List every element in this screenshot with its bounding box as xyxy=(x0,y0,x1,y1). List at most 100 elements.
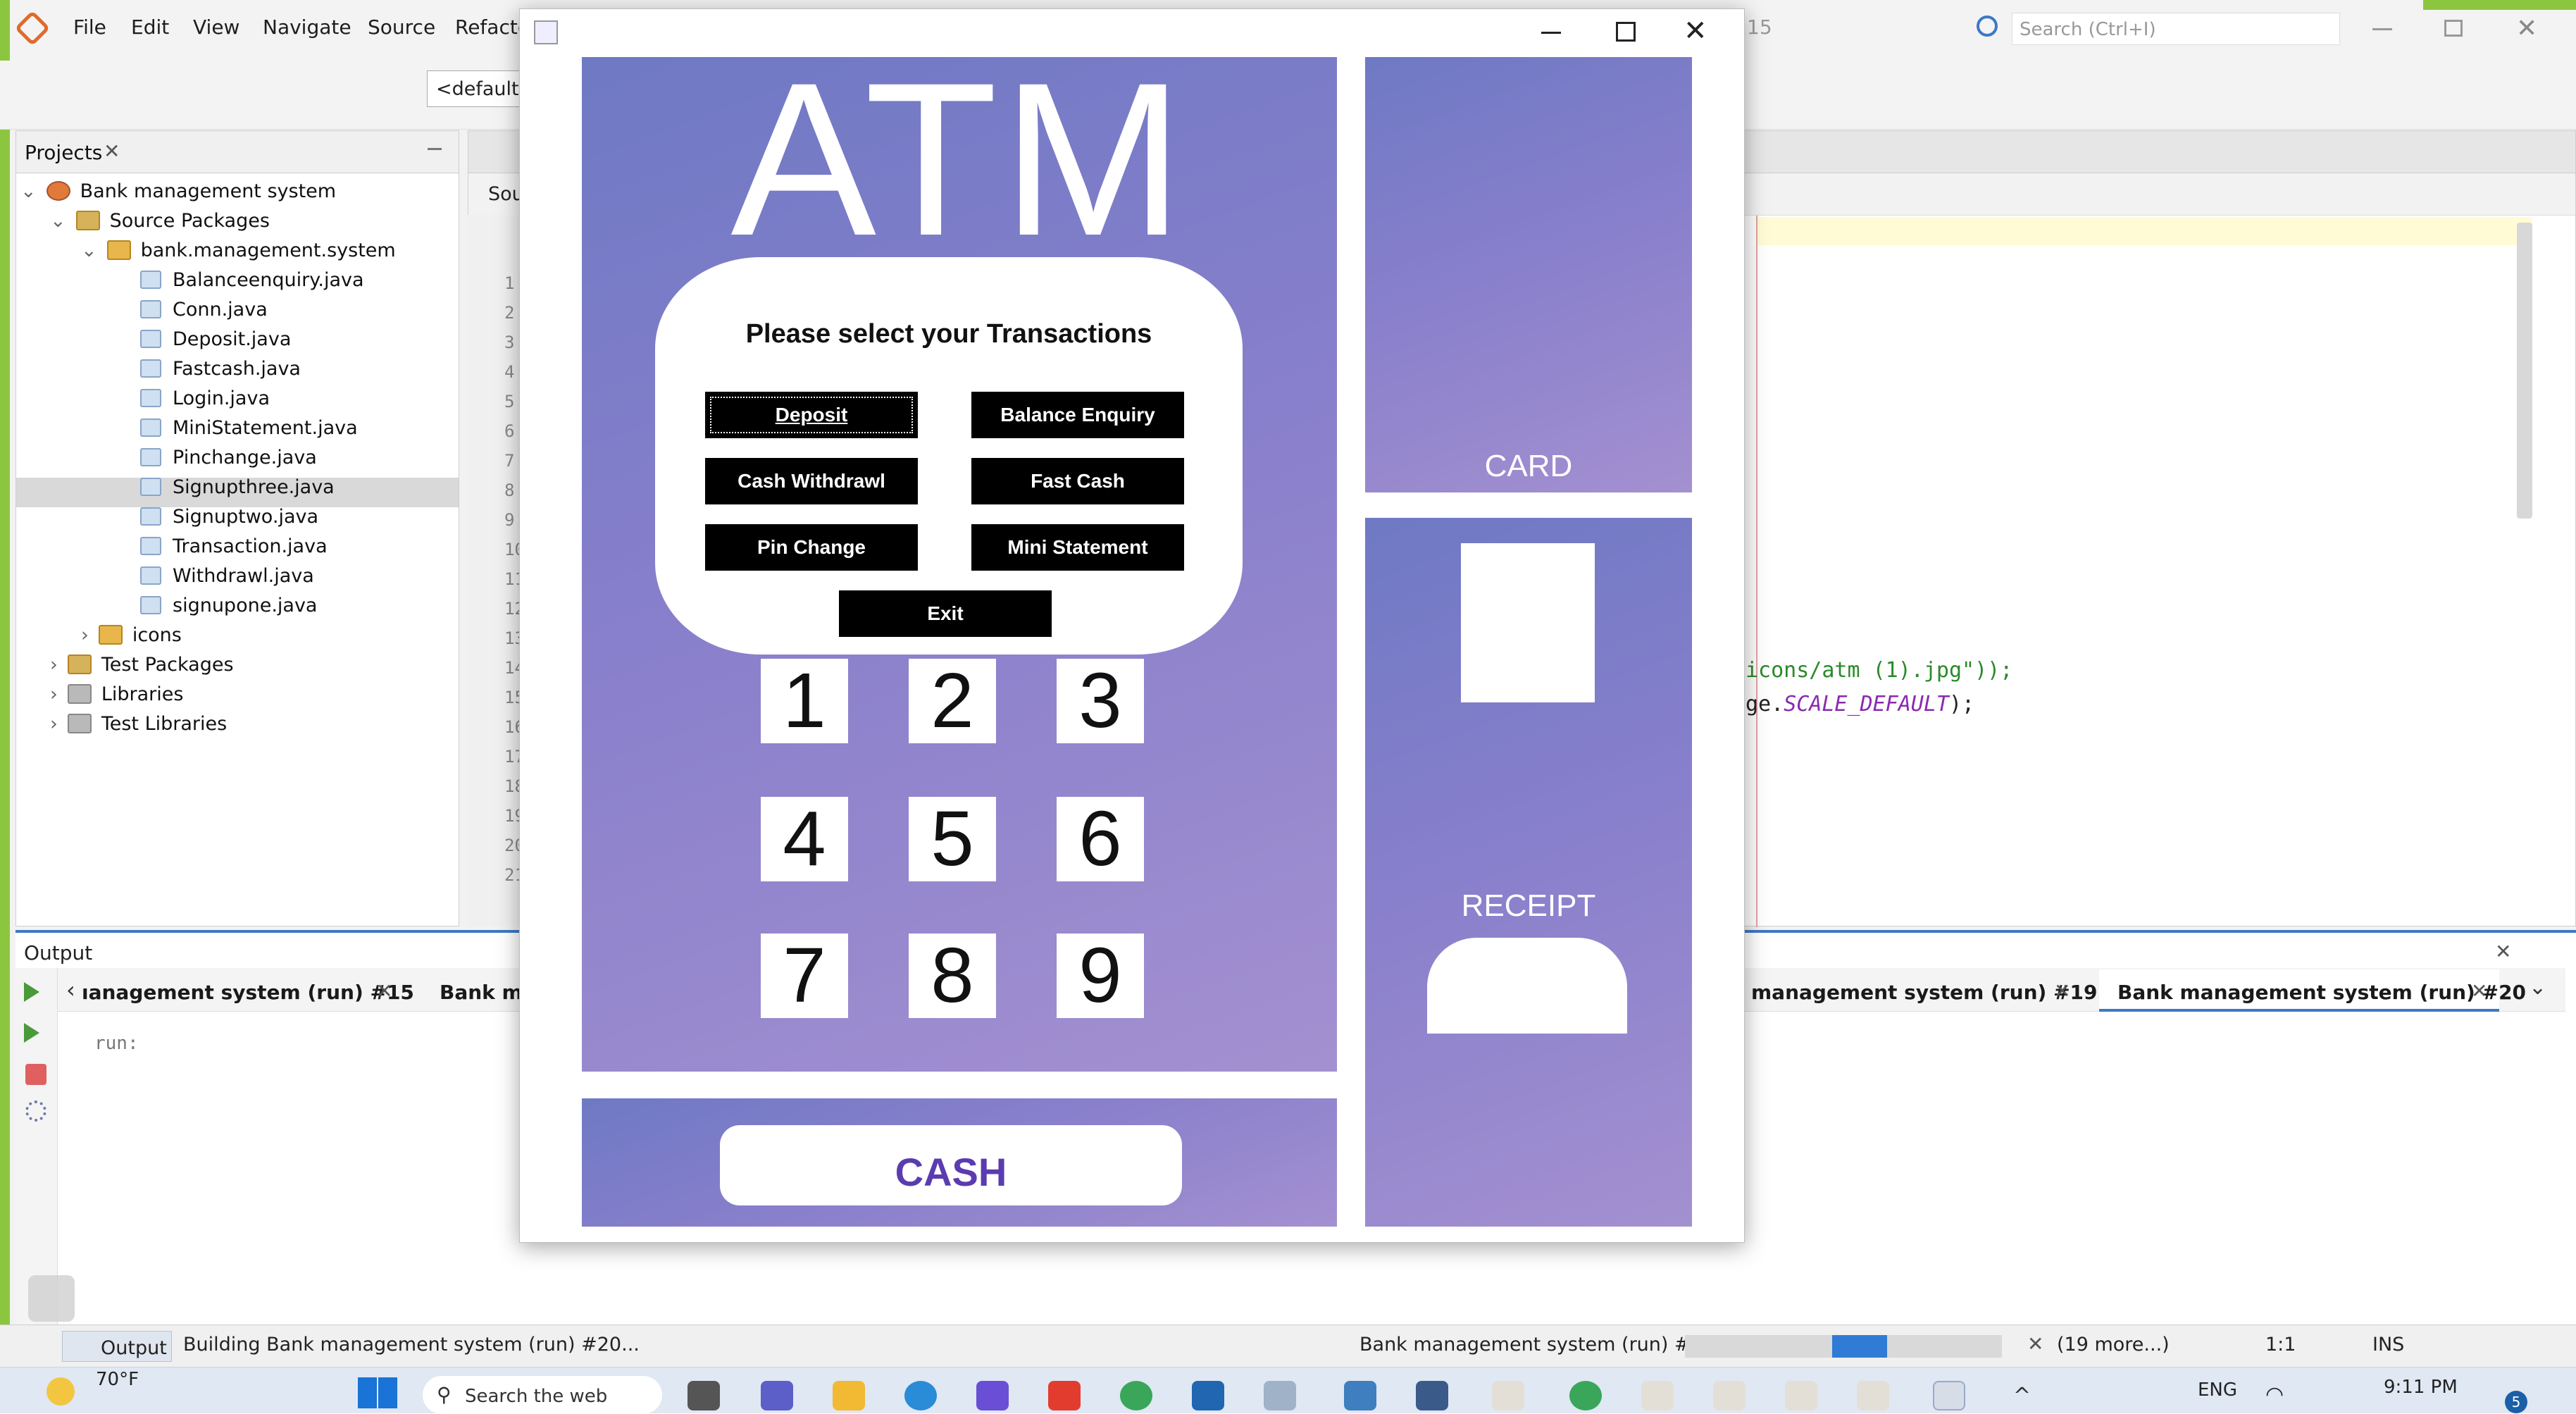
atm-maximize-button[interactable] xyxy=(1616,22,1636,42)
netbeans-taskbar-icon[interactable] xyxy=(1264,1381,1296,1410)
output-tab-19[interactable]: management system (run) #19 xyxy=(1751,981,2098,1004)
atm-close-icon[interactable]: ✕ xyxy=(1684,15,1707,47)
code-line-15[interactable]: ge.SCALE_DEFAULT); xyxy=(1746,692,1974,717)
output-close-icon[interactable]: ✕ xyxy=(2495,940,2511,963)
gmail-icon[interactable] xyxy=(1048,1381,1081,1410)
keypad-key-4[interactable]: 4 xyxy=(761,797,848,881)
exit-button[interactable]: Exit xyxy=(837,588,1054,639)
keypad-key-6[interactable]: 6 xyxy=(1057,797,1144,881)
ide-restore-button[interactable] xyxy=(2444,20,2463,37)
menu-navigate[interactable]: Navigate xyxy=(263,15,351,39)
projects-close-icon[interactable]: ✕ xyxy=(104,139,120,163)
keypad-key-1[interactable]: 1 xyxy=(761,659,848,743)
tree-package[interactable]: ⌄ bank.management.system xyxy=(81,240,396,261)
settings-icon[interactable] xyxy=(25,1100,46,1122)
tree-file[interactable]: Deposit.java xyxy=(140,328,291,350)
java-app-icon[interactable] xyxy=(1713,1381,1746,1410)
tree-file[interactable]: MiniStatement.java xyxy=(140,417,358,439)
java-app-icon[interactable] xyxy=(1641,1381,1674,1410)
stop-icon[interactable] xyxy=(25,1064,46,1085)
taskbar-search-box[interactable]: ⚲ Search the web xyxy=(423,1376,662,1414)
status-building[interactable]: Building Bank management system (run) #2… xyxy=(183,1334,640,1356)
java-app-icon[interactable] xyxy=(1785,1381,1817,1410)
tab-close-icon[interactable]: ✕ xyxy=(2054,979,2070,1003)
keypad-key-9[interactable]: 9 xyxy=(1057,934,1144,1018)
tree-file[interactable]: Balanceenquiry.java xyxy=(140,269,364,291)
code-line-14[interactable]: icons/atm (1).jpg")); xyxy=(1746,658,2012,683)
balance-enquiry-button[interactable]: Balance Enquiry xyxy=(969,390,1186,440)
fast-cash-button[interactable]: Fast Cash xyxy=(969,456,1186,507)
store-icon[interactable] xyxy=(1192,1381,1224,1410)
java-app-icon[interactable] xyxy=(1492,1381,1524,1410)
tree-test-packages[interactable]: › Test Packages xyxy=(50,654,234,676)
output-tab-20[interactable]: Bank management system (run) #20 xyxy=(2117,981,2526,1004)
tabs-dropdown-icon[interactable]: ⌄ xyxy=(2529,975,2546,1000)
menu-source[interactable]: Source xyxy=(368,15,435,39)
wifi-icon[interactable]: ◠ xyxy=(2265,1382,2284,1407)
output-tab-15[interactable]: ıanagement system (run) #15 xyxy=(82,981,414,1004)
keypad-key-2[interactable]: 2 xyxy=(909,659,996,743)
menu-edit[interactable]: Edit xyxy=(131,15,169,39)
settings-taskbar-icon[interactable] xyxy=(1344,1381,1376,1410)
tree-file[interactable]: Signuptwo.java xyxy=(140,506,318,528)
tree-file[interactable]: Withdrawl.java xyxy=(140,565,314,587)
output-toggle-button[interactable]: Output xyxy=(62,1331,172,1362)
teams-icon[interactable] xyxy=(761,1381,793,1410)
menu-file[interactable]: File xyxy=(73,15,106,39)
chevron-right-icon: › xyxy=(50,654,58,676)
weather-icon[interactable] xyxy=(46,1377,75,1406)
tree-file[interactable]: Pinchange.java xyxy=(140,447,317,469)
cancel-task-icon[interactable]: ✕ xyxy=(2027,1332,2043,1356)
tree-file-selected[interactable]: Signupthree.java xyxy=(140,476,335,498)
chrome-profile-icon[interactable] xyxy=(1569,1381,1602,1410)
tree-file[interactable]: signupone.java xyxy=(140,595,317,616)
atm-minimize-button[interactable] xyxy=(1541,32,1561,34)
keypad-key-7[interactable]: 7 xyxy=(761,934,848,1018)
package-icon xyxy=(106,240,131,260)
status-bar: Output Building Bank management system (… xyxy=(0,1325,2576,1367)
keypad-key-5[interactable]: 5 xyxy=(909,797,996,881)
tree-file[interactable]: Transaction.java xyxy=(140,535,328,557)
ide-search-box[interactable]: Search (Ctrl+I) xyxy=(2012,13,2340,45)
keypad-key-3[interactable]: 3 xyxy=(1057,659,1144,743)
java-app-active-icon[interactable] xyxy=(1933,1381,1965,1410)
edge-icon[interactable] xyxy=(904,1381,937,1410)
tree-icons-folder[interactable]: › icons xyxy=(81,624,182,646)
cash-withdrawl-button[interactable]: Cash Withdrawl xyxy=(703,456,920,507)
task-view-icon[interactable] xyxy=(687,1381,720,1410)
projects-tab[interactable]: Projects xyxy=(25,141,102,164)
tree-source-packages[interactable]: ⌄ Source Packages xyxy=(50,210,270,232)
notification-badge[interactable]: 5 xyxy=(2505,1391,2527,1413)
projects-minimize-icon[interactable] xyxy=(428,148,442,150)
editor-scrollbar[interactable] xyxy=(2517,223,2532,519)
windows-start-icon[interactable] xyxy=(358,1377,397,1408)
input-language[interactable]: ENG xyxy=(2198,1379,2237,1401)
tray-chevron-icon[interactable]: ^ xyxy=(2013,1384,2031,1408)
pin-change-button[interactable]: Pin Change xyxy=(703,522,920,573)
ide-minimize-button[interactable] xyxy=(2372,28,2392,30)
app-icon[interactable] xyxy=(976,1381,1009,1410)
deposit-button[interactable]: Deposit xyxy=(703,390,920,440)
java-app-icon[interactable] xyxy=(1857,1381,1889,1410)
tree-file[interactable]: Conn.java xyxy=(140,299,268,321)
tree-test-libraries[interactable]: › Test Libraries xyxy=(50,713,227,735)
tree-file[interactable]: Login.java xyxy=(140,387,270,409)
file-explorer-icon[interactable] xyxy=(833,1381,865,1410)
tab-close-icon[interactable]: ✕ xyxy=(376,979,392,1003)
tab-close-icon[interactable]: ✕ xyxy=(2471,979,2487,1003)
clock-time[interactable]: 9:11 PM xyxy=(2384,1377,2458,1398)
rerun-icon[interactable] xyxy=(24,982,39,1002)
config-combo[interactable]: <default xyxy=(427,70,525,107)
rerun-with-params-icon[interactable] xyxy=(24,1023,39,1043)
output-tab-scroll-left-icon[interactable]: ‹ xyxy=(66,976,75,1003)
tree-project[interactable]: ⌄ Bank management system xyxy=(20,180,336,202)
chrome-icon[interactable] xyxy=(1120,1381,1152,1410)
status-more[interactable]: (19 more...) xyxy=(2057,1334,2170,1356)
menu-view[interactable]: View xyxy=(193,15,239,39)
ide-close-icon[interactable]: ✕ xyxy=(2516,14,2537,43)
mini-statement-button[interactable]: Mini Statement xyxy=(969,522,1186,573)
tree-libraries[interactable]: › Libraries xyxy=(50,683,183,705)
keypad-key-8[interactable]: 8 xyxy=(909,934,996,1018)
mysql-icon[interactable] xyxy=(1416,1381,1448,1410)
tree-file[interactable]: Fastcash.java xyxy=(140,358,301,380)
